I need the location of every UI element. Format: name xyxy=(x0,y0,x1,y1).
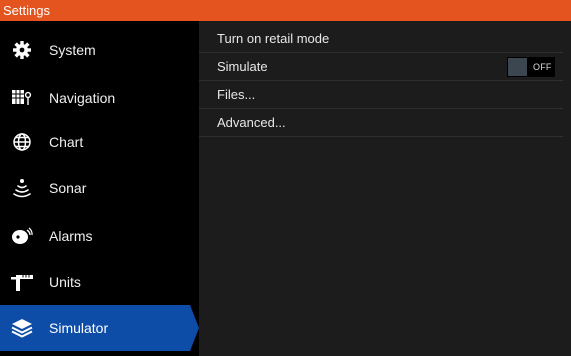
gear-icon xyxy=(11,39,33,61)
files-label: Files... xyxy=(217,87,256,102)
simulate-row[interactable]: Simulate OFF xyxy=(199,53,563,81)
sidebar-item-label: Simulator xyxy=(49,320,109,336)
sidebar-item-label: Sonar xyxy=(49,180,87,196)
settings-content-panel: Turn on retail mode Simulate OFF Files..… xyxy=(199,21,571,356)
files-row[interactable]: Files... xyxy=(199,81,563,109)
retail-mode-row[interactable]: Turn on retail mode xyxy=(199,25,563,53)
retail-mode-label: Turn on retail mode xyxy=(217,31,330,46)
globe-icon xyxy=(11,131,33,153)
sidebar-item-units[interactable]: Units xyxy=(0,259,199,305)
simulate-toggle[interactable]: OFF xyxy=(507,57,555,77)
navigation-icon xyxy=(11,87,33,109)
units-icon xyxy=(11,271,33,293)
simulator-layers-icon xyxy=(11,317,33,339)
sidebar-item-sonar[interactable]: Sonar xyxy=(0,165,199,211)
toggle-knob xyxy=(508,58,527,76)
sidebar: System Navigation Chart Sonar Alarms Uni… xyxy=(0,21,199,356)
sonar-icon xyxy=(11,177,33,199)
sidebar-item-label: Units xyxy=(49,274,81,290)
sidebar-item-label: Navigation xyxy=(49,90,116,106)
toggle-state-label: OFF xyxy=(533,62,552,72)
sidebar-item-label: Alarms xyxy=(49,228,93,244)
sidebar-item-simulator[interactable]: Simulator xyxy=(0,305,199,351)
sidebar-item-system[interactable]: System xyxy=(0,27,199,73)
sidebar-item-navigation[interactable]: Navigation xyxy=(0,75,199,121)
sidebar-item-label: Chart xyxy=(49,134,84,150)
advanced-row[interactable]: Advanced... xyxy=(199,109,563,137)
sidebar-item-alarms[interactable]: Alarms xyxy=(0,213,199,259)
advanced-label: Advanced... xyxy=(217,115,286,130)
sidebar-item-chart[interactable]: Chart xyxy=(0,119,199,165)
settings-window: Settings System Navigation Chart Sonar A… xyxy=(0,0,571,356)
simulate-label: Simulate xyxy=(217,59,268,74)
sidebar-item-label: System xyxy=(49,42,96,58)
alarm-icon xyxy=(11,225,33,247)
window-title: Settings xyxy=(0,0,571,21)
